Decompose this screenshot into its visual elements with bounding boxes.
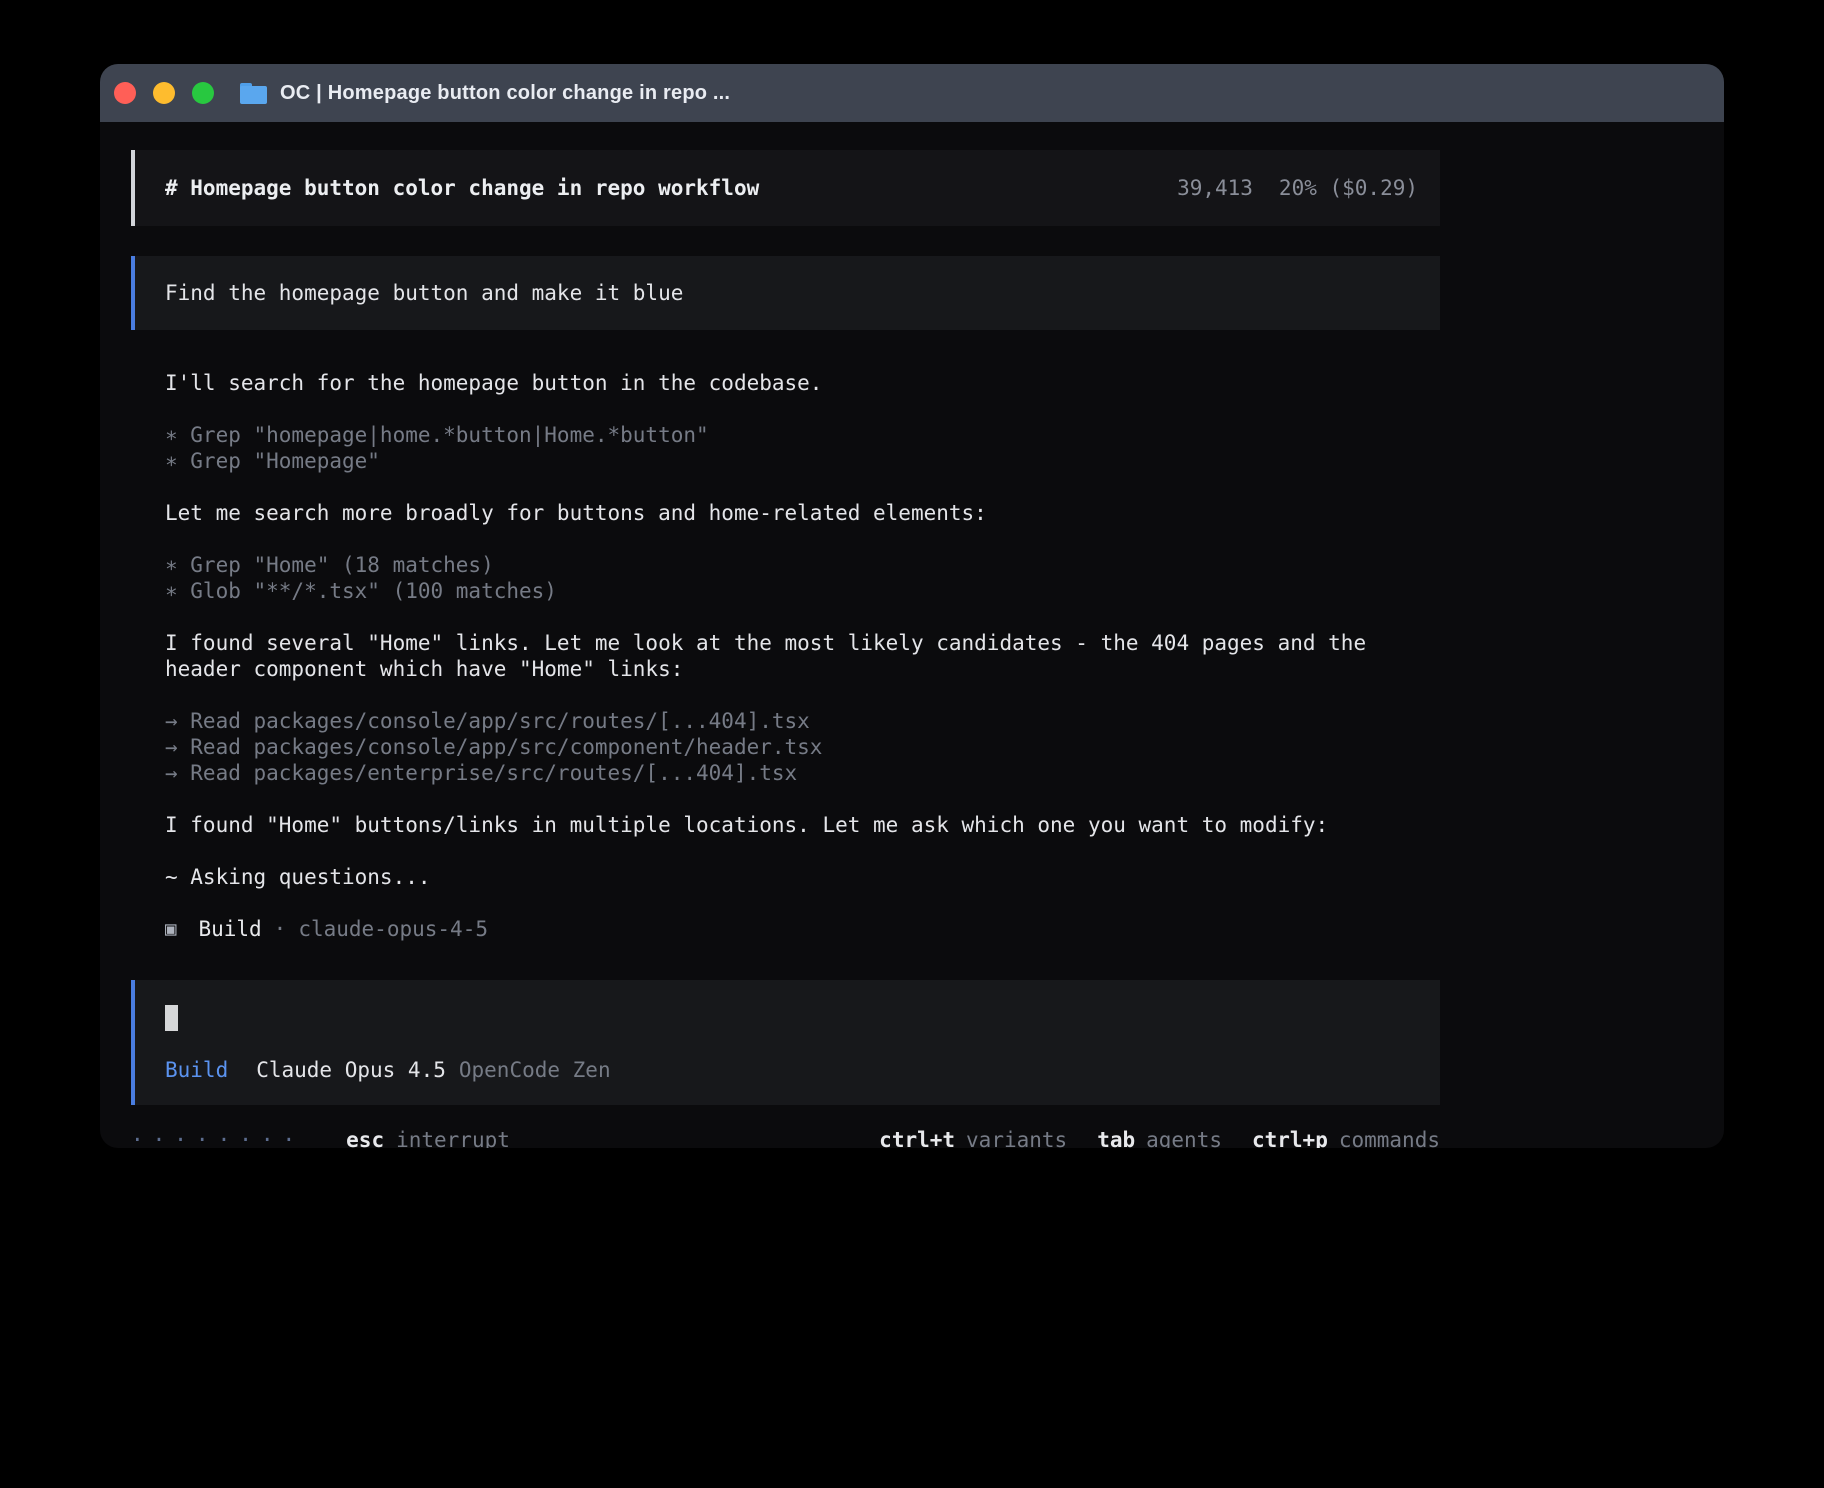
zoom-button-icon[interactable] (192, 82, 214, 104)
hint-agents: tab agents (1097, 1127, 1222, 1148)
provider-label: OpenCode Zen (459, 1057, 611, 1083)
terminal-window: OC | Homepage button color change in rep… (100, 64, 1724, 1148)
terminal-content: # Homepage button color change in repo w… (100, 122, 1724, 1148)
status-bar-left: ········ esc interrupt (131, 1127, 510, 1148)
text-cursor (165, 1005, 178, 1031)
user-message: Find the homepage button and make it blu… (131, 256, 1440, 330)
folder-icon (240, 83, 267, 104)
assistant-paragraph: I'll search for the homepage button in t… (165, 370, 1440, 396)
assistant-paragraph: I found "Home" buttons/links in multiple… (165, 812, 1440, 838)
asking-questions-status: ~ Asking questions... (165, 864, 1440, 890)
session-header: # Homepage button color change in repo w… (131, 150, 1440, 226)
traffic-lights (114, 82, 214, 104)
model-label[interactable]: Claude Opus 4.5 (256, 1057, 446, 1083)
hint-label: commands (1339, 1127, 1440, 1148)
titlebar[interactable]: OC | Homepage button color change in rep… (100, 64, 1724, 122)
hint-key: tab (1097, 1127, 1135, 1148)
hint-label: agents (1146, 1127, 1222, 1148)
tool-call-read: → Read packages/enterprise/src/routes/[.… (165, 760, 1440, 786)
agent-separator: · (274, 916, 287, 942)
minimize-button-icon[interactable] (153, 82, 175, 104)
session-title: # Homepage button color change in repo w… (165, 175, 759, 201)
input-status-line: Build Claude Opus 4.5 OpenCode Zen (165, 1057, 1440, 1083)
tool-call-grep: ∗ Grep "Homepage" (165, 448, 1440, 474)
status-bar-right: ctrl+t variants tab agents ctrl+p comman… (879, 1127, 1440, 1148)
tool-call-grep: ∗ Grep "Home" (18 matches) (165, 552, 1440, 578)
agent-icon: ▣ (165, 916, 176, 942)
assistant-paragraph: Let me search more broadly for buttons a… (165, 500, 1440, 526)
hint-commands: ctrl+p commands (1252, 1127, 1440, 1148)
agent-model: claude-opus-4-5 (298, 916, 488, 942)
user-message-text: Find the homepage button and make it blu… (165, 280, 683, 306)
spinner-dots-icon: ········ (131, 1127, 304, 1148)
assistant-paragraph: I found several "Home" links. Let me loo… (165, 630, 1440, 682)
session-stats: 39,413 20% ($0.29) (1177, 175, 1418, 201)
status-bar: ········ esc interrupt ctrl+t variants t… (131, 1127, 1440, 1148)
esc-key-label: interrupt (396, 1127, 510, 1148)
window-title: OC | Homepage button color change in rep… (280, 82, 730, 105)
esc-key-hint: esc (346, 1127, 384, 1148)
mode-label[interactable]: Build (165, 1057, 228, 1083)
agent-name: Build (198, 916, 261, 942)
token-count: 39,413 (1177, 175, 1253, 201)
agent-status-line: ▣ Build · claude-opus-4-5 (165, 916, 1440, 942)
tool-call-group: → Read packages/console/app/src/routes/[… (165, 708, 1440, 786)
tool-call-grep: ∗ Grep "homepage|home.*button|Home.*butt… (165, 422, 1440, 448)
assistant-response: I'll search for the homepage button in t… (131, 330, 1440, 942)
hint-variants: ctrl+t variants (879, 1127, 1067, 1148)
tool-call-read: → Read packages/console/app/src/routes/[… (165, 708, 1440, 734)
tool-call-glob: ∗ Glob "**/*.tsx" (100 matches) (165, 578, 1440, 604)
tool-call-group: ∗ Grep "Home" (18 matches) ∗ Glob "**/*.… (165, 552, 1440, 604)
context-usage: 20% ($0.29) (1279, 175, 1418, 201)
hint-key: ctrl+t (879, 1127, 955, 1148)
prompt-input[interactable]: Build Claude Opus 4.5 OpenCode Zen (131, 980, 1440, 1105)
hint-key: ctrl+p (1252, 1127, 1328, 1148)
tool-call-group: ∗ Grep "homepage|home.*button|Home.*butt… (165, 422, 1440, 474)
hint-label: variants (966, 1127, 1067, 1148)
tool-call-read: → Read packages/console/app/src/componen… (165, 734, 1440, 760)
close-button-icon[interactable] (114, 82, 136, 104)
